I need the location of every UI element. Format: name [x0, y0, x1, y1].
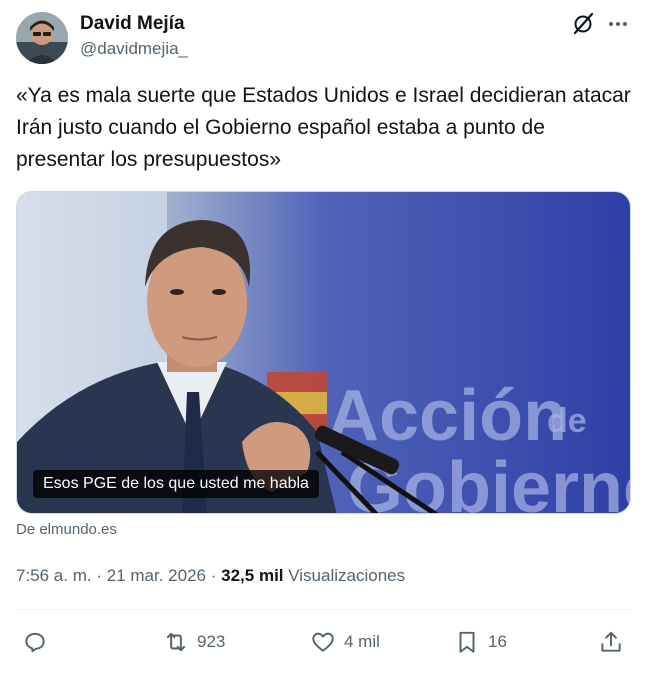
bookmark-button[interactable]: 16 — [454, 628, 507, 656]
reply-icon — [25, 632, 45, 653]
tweet-text: «Ya es mala suerte que Estados Unidos e … — [16, 84, 631, 171]
meta-separator: · — [96, 566, 103, 585]
grok-icon[interactable] — [570, 11, 596, 37]
retweet-count: 923 — [197, 632, 226, 651]
tweet-date[interactable]: 21 mar. 2026 — [107, 566, 206, 585]
tweet-meta: 7:56 a. m. · 21 mar. 2026 · 32,5 mil Vis… — [16, 565, 405, 587]
like-button[interactable]: 4 mil — [310, 628, 380, 656]
like-count: 4 mil — [344, 632, 380, 651]
bookmark-icon — [459, 631, 475, 653]
author-name[interactable]: David Mejía — [80, 12, 185, 36]
tweet-media[interactable]: Acción de Gobierno Esos PGE de los que u… — [16, 191, 631, 514]
more-icon[interactable] — [605, 11, 631, 37]
media-source-link[interactable]: De elmundo.es — [16, 520, 117, 540]
tweet-time[interactable]: 7:56 a. m. — [16, 566, 92, 585]
views-count: 32,5 mil — [221, 566, 284, 585]
meta-separator: · — [210, 566, 217, 585]
author-handle[interactable]: @davidmejia_ — [80, 38, 188, 60]
backdrop-word-2: de — [547, 402, 587, 440]
reply-button[interactable] — [22, 628, 56, 656]
retweet-icon — [166, 632, 186, 652]
bookmark-count: 16 — [488, 632, 507, 651]
retweet-button[interactable]: 923 — [163, 628, 225, 656]
media-caption: Esos PGE de los que usted me habla — [33, 470, 319, 498]
views-label: Visualizaciones — [288, 566, 406, 585]
divider — [16, 609, 631, 610]
share-button[interactable] — [598, 628, 624, 656]
avatar[interactable] — [16, 12, 68, 64]
share-icon — [601, 631, 621, 652]
heart-icon — [312, 632, 334, 652]
